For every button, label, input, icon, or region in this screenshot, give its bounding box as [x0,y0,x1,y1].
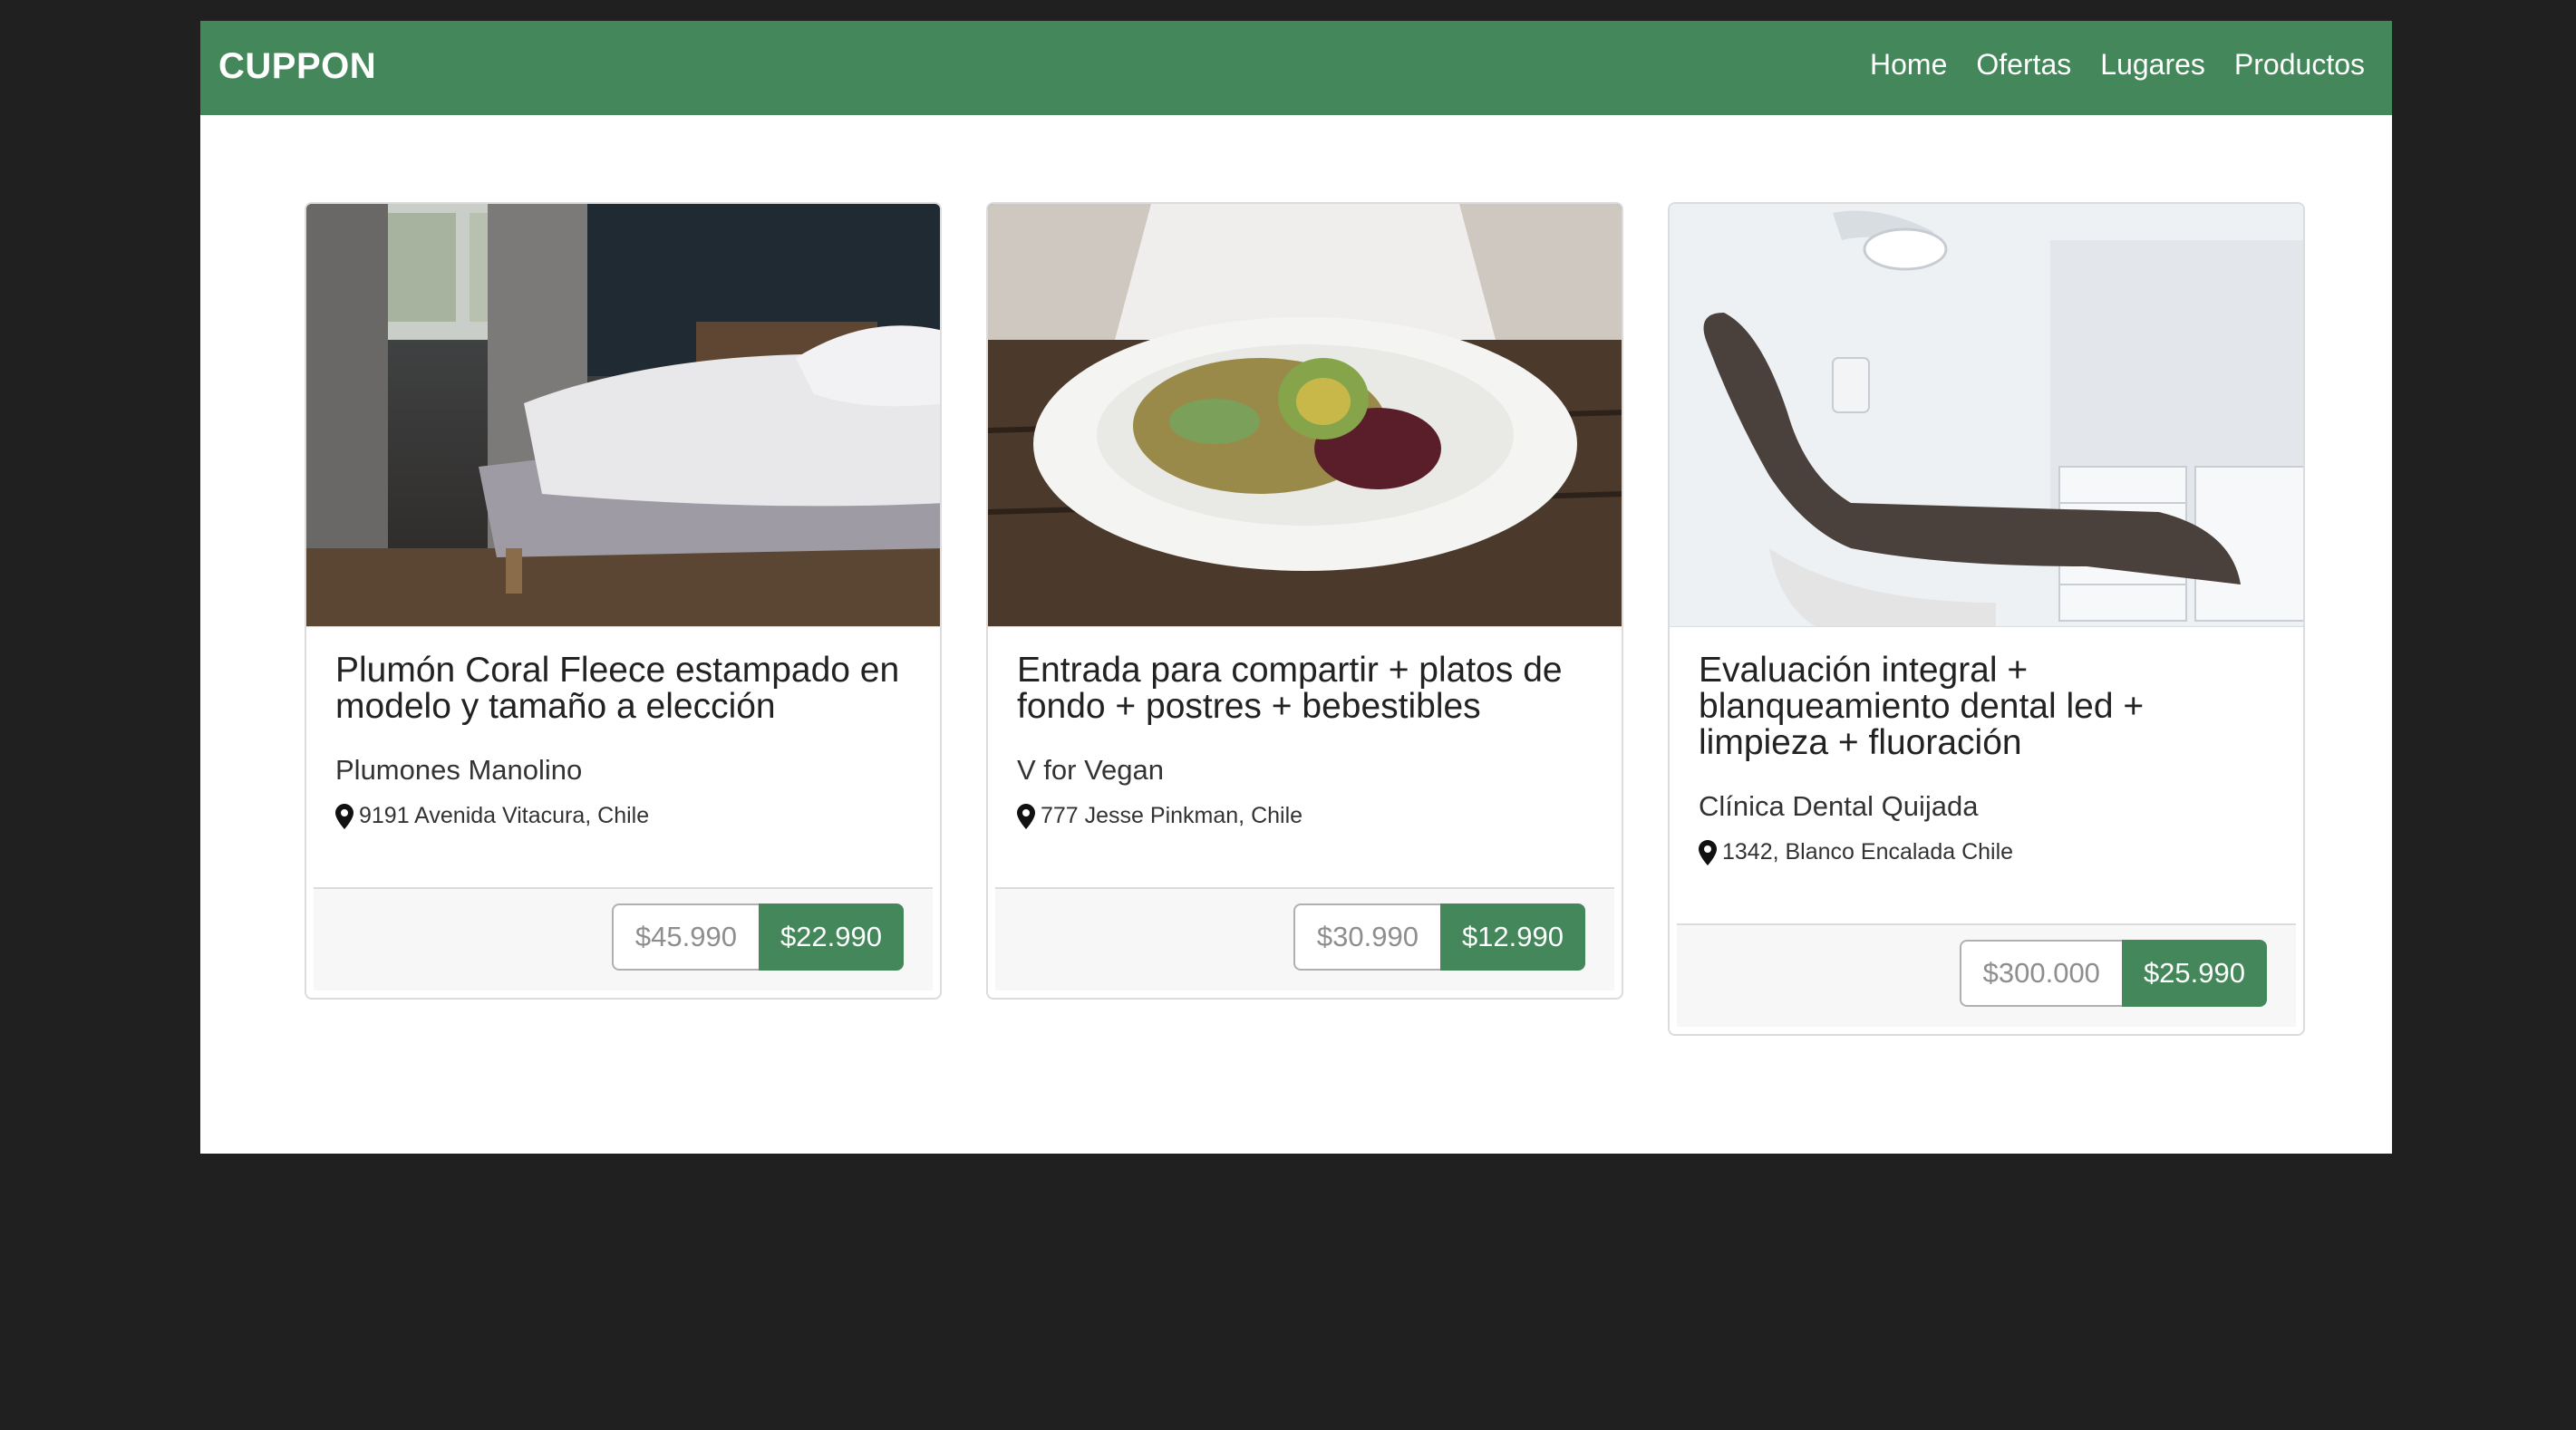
card-address: 777 Jesse Pinkman, Chile [1017,803,1593,829]
dental-chair-photo[interactable] [1670,204,2303,627]
map-pin-icon [1017,803,1035,829]
new-price-button[interactable]: $25.990 [2121,940,2267,1007]
card-footer: $45.990 $22.990 [314,887,933,990]
card-body: Evaluación integral + blanqueamiento den… [1670,627,2303,865]
bedroom-bed-photo[interactable] [306,204,940,627]
card-title[interactable]: Evaluación integral + blanqueamiento den… [1699,652,2274,761]
card-footer: $30.990 $12.990 [995,887,1614,990]
map-pin-icon [1699,839,1717,865]
nav-link-ofertas[interactable]: Ofertas [1976,48,2071,82]
vegan-salad-plate-photo[interactable] [988,204,1622,627]
map-pin-icon [335,803,353,829]
address-text: 777 Jesse Pinkman, Chile [1041,803,1303,828]
old-price-button[interactable]: $45.990 [611,903,759,971]
nav-link-lugares[interactable]: Lugares [2100,48,2205,82]
new-price-button[interactable]: $22.990 [758,903,904,971]
page-container: CUPPON Home Ofertas Lugares Productos Pl… [200,21,2392,1154]
top-navbar: CUPPON Home Ofertas Lugares Productos [200,21,2392,115]
old-price-button[interactable]: $300.000 [1959,940,2122,1007]
address-text: 1342, Blanco Encalada Chile [1722,839,2014,865]
address-text: 9191 Avenida Vitacura, Chile [359,803,650,828]
offer-card[interactable]: Plumón Coral Fleece estampado en modelo … [305,202,942,1000]
card-address: 1342, Blanco Encalada Chile [1699,839,2274,865]
card-title[interactable]: Plumón Coral Fleece estampado en modelo … [335,652,911,725]
new-price-button[interactable]: $12.990 [1439,903,1585,971]
nav-links: Home Ofertas Lugares Productos [1841,48,2365,82]
nav-link-home[interactable]: Home [1870,48,1947,82]
card-vendor: V for Vegan [1017,754,1165,786]
offer-card[interactable]: Evaluación integral + blanqueamiento den… [1668,202,2305,1036]
card-body: Entrada para compartir + platos de fondo… [988,627,1622,829]
nav-link-productos[interactable]: Productos [2234,48,2365,82]
card-body: Plumón Coral Fleece estampado en modelo … [306,627,940,829]
offer-card[interactable]: Entrada para compartir + platos de fondo… [986,202,1623,1000]
price-group: $300.000 $25.990 [1959,940,2267,1007]
card-vendor: Clínica Dental Quijada [1699,790,1979,822]
price-group: $30.990 $12.990 [1293,903,1585,971]
brand-logo[interactable]: CUPPON [218,46,376,87]
card-footer: $300.000 $25.990 [1677,923,2296,1027]
old-price-button[interactable]: $30.990 [1293,903,1440,971]
card-vendor: Plumones Manolino [335,754,583,786]
card-title[interactable]: Entrada para compartir + platos de fondo… [1017,652,1593,725]
card-address: 9191 Avenida Vitacura, Chile [335,803,911,829]
price-group: $45.990 $22.990 [611,903,904,971]
